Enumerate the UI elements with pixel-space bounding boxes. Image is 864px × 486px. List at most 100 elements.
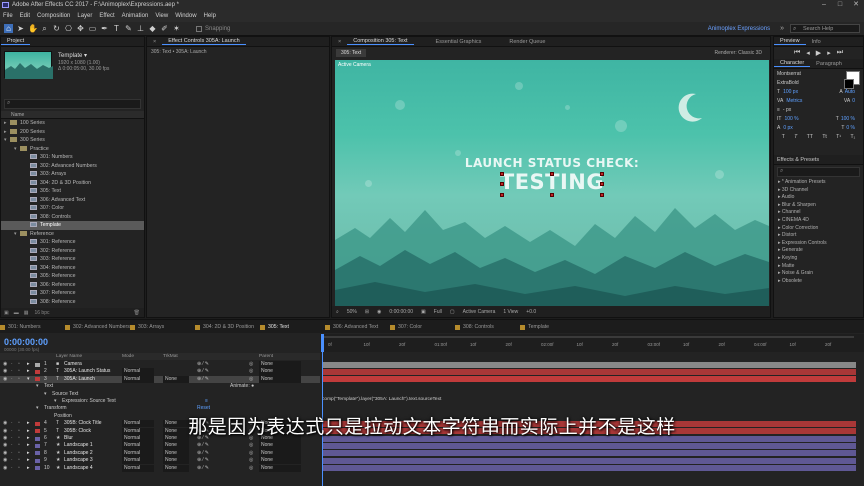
timeline-tab[interactable]: 301: Numbers: [0, 324, 65, 330]
new-comp-icon[interactable]: ▦: [24, 310, 29, 316]
label-color-icon[interactable]: [35, 369, 40, 374]
rotate-tool-icon[interactable]: ↻: [52, 24, 61, 33]
effects-category[interactable]: ▸ Obsolete: [774, 278, 863, 286]
timeline-tab[interactable]: 308: Controls: [455, 324, 520, 330]
parent-dropdown[interactable]: None: [259, 457, 301, 465]
trkmat-dropdown[interactable]: None: [163, 457, 189, 465]
switches-icon[interactable]: ⊕ ⁄ ✎: [197, 450, 209, 457]
tab-render-queue[interactable]: Render Queue: [503, 39, 551, 45]
composition-viewer[interactable]: Active Camera LAUNCH STATUS CHECK: TESTI…: [335, 60, 769, 306]
comp-close-icon[interactable]: ×: [332, 39, 347, 45]
timeline-current-time[interactable]: 0:00:00:00: [4, 337, 48, 347]
expand-chevron-icon[interactable]: ▸: [27, 368, 30, 375]
brush-tool-icon[interactable]: ✎: [124, 24, 133, 33]
audio-icon[interactable]: ·: [11, 465, 13, 472]
zoom-dropdown[interactable]: 50%: [347, 309, 357, 315]
parent-dropdown[interactable]: None: [259, 375, 301, 383]
project-item[interactable]: 307: Color: [1, 204, 144, 213]
lock-icon[interactable]: ×: [147, 39, 162, 45]
roto-tool-icon[interactable]: ✐: [160, 24, 169, 33]
expand-chevron-icon[interactable]: ▸: [27, 361, 30, 368]
project-item[interactable]: 306: Reference: [1, 281, 144, 290]
playhead[interactable]: [321, 334, 324, 352]
label-color-icon[interactable]: [35, 466, 40, 471]
trkmat-dropdown[interactable]: None: [163, 375, 189, 383]
all-caps-icon[interactable]: TT: [807, 134, 813, 140]
expand-chevron-icon[interactable]: ▸: [27, 442, 30, 449]
project-item[interactable]: 308: Controls: [1, 213, 144, 222]
effects-category[interactable]: ▸ CINEMA 4D: [774, 217, 863, 225]
layer-duration-bar[interactable]: [322, 368, 856, 376]
trkmat-dropdown[interactable]: None: [163, 464, 189, 472]
workspace-menu-icon[interactable]: »: [780, 25, 784, 32]
effects-category[interactable]: ▸ Matte: [774, 263, 863, 271]
project-item[interactable]: 304: Reference: [1, 264, 144, 273]
blend-mode-dropdown[interactable]: Normal: [122, 449, 154, 457]
pickwhip-icon[interactable]: ◎: [249, 450, 253, 457]
effects-category[interactable]: ▸ Blur & Sharpen: [774, 202, 863, 210]
lock-icon[interactable]: ▫: [18, 368, 20, 375]
project-item[interactable]: 302: Advanced Numbers: [1, 162, 144, 171]
layer-name[interactable]: Landscape 3: [64, 457, 93, 464]
transform-handle[interactable]: [600, 172, 604, 176]
column-mode[interactable]: Mode: [122, 353, 134, 360]
timeline-tab[interactable]: 304: 2D & 3D Position: [195, 324, 260, 330]
animate-button[interactable]: Animate: ●: [230, 383, 254, 390]
effects-category[interactable]: ▸ Distort: [774, 232, 863, 240]
visibility-eye-icon[interactable]: ◉: [3, 457, 7, 464]
tab-info[interactable]: Info: [806, 39, 827, 45]
audio-icon[interactable]: ·: [11, 376, 13, 383]
layer-row[interactable]: ◉ · ▫ ▾ 3 T 305A: Launch Normal None ⊕ ⁄ ✎ ◎ None: [0, 375, 320, 383]
last-frame-icon[interactable]: ⏭: [837, 49, 843, 57]
transform-handle[interactable]: [550, 172, 554, 176]
blend-mode-dropdown[interactable]: Normal: [122, 375, 154, 383]
project-item[interactable]: ▾ Reference: [1, 230, 144, 239]
project-item[interactable]: 301: Numbers: [1, 153, 144, 162]
layer-duration-bar[interactable]: [322, 376, 856, 383]
project-item[interactable]: 303: Arrays: [1, 170, 144, 179]
menu-file[interactable]: File: [3, 13, 13, 19]
tab-character[interactable]: Character: [774, 60, 811, 67]
blend-mode-dropdown[interactable]: Normal: [122, 457, 154, 465]
project-search-input[interactable]: ⌕: [4, 99, 141, 109]
kerning-value[interactable]: Metrics: [786, 98, 802, 104]
pan-behind-tool-icon[interactable]: ✥: [76, 24, 85, 33]
layer-duration-bar[interactable]: [322, 457, 856, 464]
project-item[interactable]: ▸ 200 Series: [1, 128, 144, 137]
menu-effect[interactable]: Effect: [99, 13, 114, 19]
layer-name[interactable]: 305A: Launch: [64, 376, 95, 383]
superscript-icon[interactable]: T¹: [836, 134, 841, 140]
timeline-tab[interactable]: 305: Text: [260, 324, 325, 330]
menu-help[interactable]: Help: [204, 13, 216, 19]
pickwhip-icon[interactable]: ◎: [249, 368, 253, 375]
layer-name[interactable]: Camera: [64, 361, 82, 368]
layer-duration-bar[interactable]: [322, 442, 856, 450]
rectangle-tool-icon[interactable]: ▭: [88, 24, 97, 33]
selection-tool-icon[interactable]: ➤: [16, 24, 25, 33]
effects-category[interactable]: ▸ Channel: [774, 209, 863, 217]
switches-icon[interactable]: ⊕ ⁄ ✎: [197, 442, 209, 449]
lock-icon[interactable]: ▫: [18, 457, 20, 464]
transform-handle[interactable]: [500, 172, 504, 176]
workspace-name[interactable]: Animoplex Expressions: [708, 26, 770, 32]
project-item[interactable]: 302: Reference: [1, 247, 144, 256]
puppet-tool-icon[interactable]: ✶: [172, 24, 181, 33]
effects-search-input[interactable]: ⌕: [777, 167, 860, 177]
label-color-icon[interactable]: [35, 362, 40, 367]
timeline-tab[interactable]: Template: [520, 324, 585, 330]
layer-name[interactable]: Landscape 4: [64, 465, 93, 472]
layer-name[interactable]: Landscape 1: [64, 442, 93, 449]
effects-category[interactable]: ▸ Generate: [774, 247, 863, 255]
blend-mode-dropdown[interactable]: Normal: [122, 464, 154, 472]
first-frame-icon[interactable]: ⏮: [794, 49, 800, 57]
transform-handle[interactable]: [500, 182, 504, 186]
horizontal-scale-value[interactable]: 100 %: [841, 116, 855, 122]
visibility-eye-icon[interactable]: ◉: [3, 361, 7, 368]
leading-value[interactable]: Auto: [845, 89, 855, 95]
switches-icon[interactable]: ⊕ ⁄ ✎: [197, 465, 209, 472]
tracking-value[interactable]: 0: [852, 98, 855, 104]
switches-icon[interactable]: ⊕ ⁄ ✎: [197, 457, 209, 464]
transform-handle[interactable]: [600, 182, 604, 186]
interpret-footage-icon[interactable]: ▣: [4, 310, 9, 316]
baseline-value[interactable]: 0 px: [783, 125, 792, 131]
